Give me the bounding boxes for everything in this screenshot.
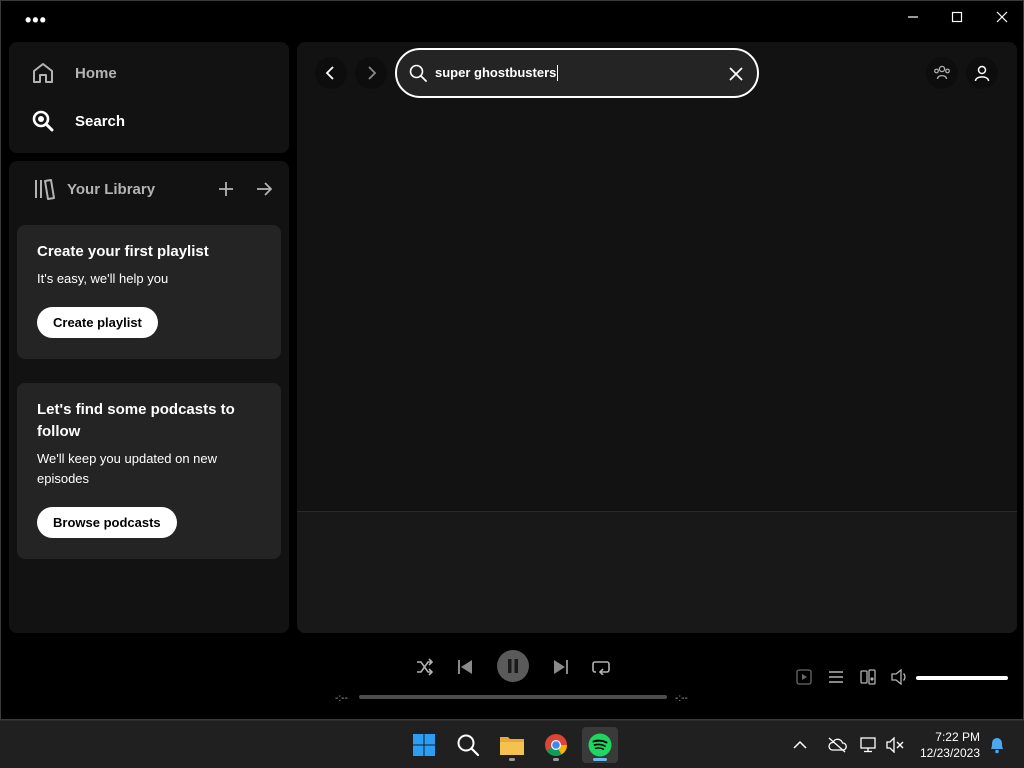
nav-search[interactable]: Search xyxy=(31,109,125,133)
nav-panel: Home Search xyxy=(9,42,289,153)
volume-icon xyxy=(891,669,906,685)
skip-forward-icon xyxy=(554,660,568,674)
ellipsis-icon[interactable]: ••• xyxy=(25,11,47,29)
running-indicator xyxy=(553,758,559,761)
onedrive-button[interactable] xyxy=(822,727,852,763)
minimize-button[interactable] xyxy=(890,1,936,33)
clock-time: 7:22 PM xyxy=(935,730,980,744)
chrome-icon xyxy=(545,734,567,756)
notifications-button[interactable] xyxy=(986,727,1008,763)
chevron-left-icon xyxy=(325,66,334,80)
text-caret xyxy=(557,65,559,82)
library-icon[interactable] xyxy=(33,178,55,200)
player-bar: -:-- -:-- xyxy=(1,641,1023,719)
queue-button[interactable] xyxy=(826,667,846,687)
chevron-up-icon xyxy=(793,740,807,749)
remaining-time: -:-- xyxy=(675,693,688,704)
podcasts-card: Let's find some podcasts to follow We'll… xyxy=(17,383,281,559)
profile-button[interactable] xyxy=(966,57,998,89)
create-playlist-button[interactable]: Create playlist xyxy=(37,307,158,338)
folder-icon xyxy=(500,737,524,755)
pause-icon xyxy=(508,659,518,673)
system-clock[interactable]: 7:22 PM 12/23/2023 xyxy=(920,729,980,761)
create-playlist-card: Create your first playlist It's easy, we… xyxy=(17,225,281,359)
now-playing-icon xyxy=(796,669,812,685)
skip-back-icon xyxy=(458,660,472,674)
bell-icon xyxy=(991,738,1003,754)
clear-search-icon[interactable] xyxy=(727,65,745,83)
main-lower-area xyxy=(297,512,1017,633)
queue-icon xyxy=(829,671,843,683)
user-icon xyxy=(974,65,990,82)
library-panel: Your Library Create your first playlist … xyxy=(9,161,289,633)
show-hidden-icons-button[interactable] xyxy=(788,727,812,763)
friends-icon xyxy=(934,65,950,80)
library-header: Your Library xyxy=(33,177,273,201)
spotify-icon xyxy=(588,733,612,757)
browse-podcasts-button[interactable]: Browse podcasts xyxy=(37,507,177,538)
card-text: We'll keep you updated on new episodes xyxy=(37,451,218,486)
shuffle-icon xyxy=(417,658,434,676)
elapsed-time: -:-- xyxy=(335,693,348,704)
library-title[interactable]: Your Library xyxy=(67,181,155,198)
progress-bar[interactable] xyxy=(359,695,667,699)
nav-home-label: Home xyxy=(75,64,117,82)
play-pause-button[interactable] xyxy=(497,650,529,682)
maximize-icon xyxy=(951,11,963,23)
home-icon xyxy=(33,63,53,83)
windows-logo-icon xyxy=(413,734,435,756)
search-icon xyxy=(32,110,54,132)
card-heading: Let's find some podcasts to follow xyxy=(37,401,235,440)
mute-button[interactable] xyxy=(890,667,910,687)
running-indicator xyxy=(509,758,515,761)
main-view: super ghostbusters xyxy=(297,42,1017,633)
shuffle-button[interactable] xyxy=(413,655,437,679)
forward-button[interactable] xyxy=(355,57,387,89)
spotify-taskbar-button[interactable] xyxy=(582,727,618,763)
network-icon xyxy=(860,737,876,753)
start-button[interactable] xyxy=(406,727,442,763)
close-icon xyxy=(996,11,1008,23)
card-heading: Create your first playlist xyxy=(37,243,209,260)
clock-date: 12/23/2023 xyxy=(919,746,980,760)
volume-slider[interactable] xyxy=(916,676,1008,680)
friend-activity-button[interactable] xyxy=(926,57,958,89)
arrow-right-icon[interactable] xyxy=(255,180,273,198)
cloud-offline-icon xyxy=(828,737,847,753)
now-playing-view-button[interactable] xyxy=(794,667,814,687)
maximize-button[interactable] xyxy=(934,1,980,33)
active-indicator xyxy=(593,758,607,761)
back-button[interactable] xyxy=(315,57,347,89)
taskbar-search-button[interactable] xyxy=(450,727,486,763)
chrome-button[interactable] xyxy=(538,727,574,763)
search-icon xyxy=(457,734,480,757)
file-explorer-button[interactable] xyxy=(494,727,530,763)
search-input[interactable]: super ghostbusters xyxy=(395,48,759,98)
card-text: It's easy, we'll help you xyxy=(37,271,169,286)
spotify-window: ••• Home Search Your Library Create your… xyxy=(0,0,1024,720)
connect-device-button[interactable] xyxy=(858,667,878,687)
next-button[interactable] xyxy=(549,655,573,679)
taskbar: 7:22 PM 12/23/2023 xyxy=(0,720,1024,768)
search-value: super ghostbusters xyxy=(435,64,557,80)
previous-button[interactable] xyxy=(453,655,477,679)
minimize-icon xyxy=(908,16,918,18)
nav-search-label: Search xyxy=(75,112,126,130)
close-button[interactable] xyxy=(979,1,1024,33)
repeat-icon xyxy=(592,661,610,675)
app: ••• Home Search Your Library Create your… xyxy=(0,0,1024,768)
search-icon xyxy=(409,64,427,82)
volume-tray-button[interactable] xyxy=(880,727,910,763)
volume-muted-icon xyxy=(886,737,904,753)
repeat-button[interactable] xyxy=(589,655,613,679)
chevron-right-icon xyxy=(368,66,377,80)
nav-home[interactable]: Home xyxy=(31,61,117,85)
plus-icon[interactable] xyxy=(217,180,235,198)
devices-icon xyxy=(860,669,876,685)
